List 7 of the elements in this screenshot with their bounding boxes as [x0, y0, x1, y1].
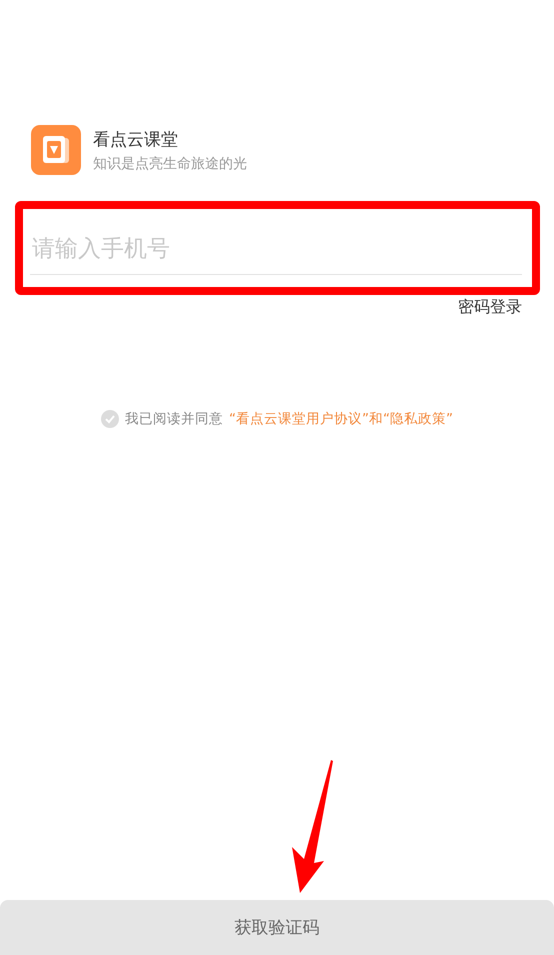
agreement-text: 我已阅读并同意: [125, 410, 223, 428]
terms-link[interactable]: “看点云课堂用户协议”和“隐私政策”: [229, 410, 453, 428]
agreement-checkbox[interactable]: [101, 410, 119, 428]
password-login-link[interactable]: 密码登录: [458, 297, 522, 318]
app-slogan: 知识是点亮生命旅途的光: [93, 154, 247, 172]
app-logo-icon: [31, 125, 81, 175]
app-name: 看点云课堂: [93, 128, 179, 150]
